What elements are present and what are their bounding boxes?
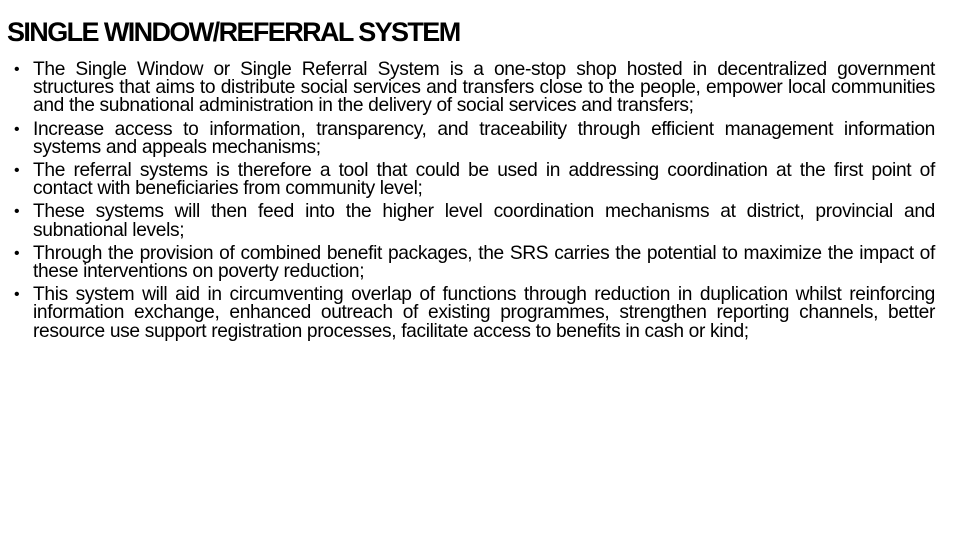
bullet-item-higher-level-coordination: • These systems will then feed into the … <box>14 201 935 241</box>
bullet-icon: • <box>14 203 20 221</box>
slide-title: SINGLE WINDOW/REFERRAL SYSTEM <box>7 17 461 47</box>
bullet-text: Increase access to information, transpar… <box>33 118 935 158</box>
bullet-item-single-window-definition: • The Single Window or Single Referral S… <box>14 59 935 117</box>
bullet-icon: • <box>14 162 20 180</box>
bullet-text: The referral systems is therefore a tool… <box>33 160 935 200</box>
bullet-icon: • <box>14 61 20 78</box>
bullet-text: Through the provision of combined benefi… <box>33 242 935 283</box>
bullet-list: • The Single Window or Single Referral S… <box>14 59 935 346</box>
bullet-text: This system will aid in circumventing ov… <box>33 284 935 342</box>
bullet-item-combined-benefits: • Through the provision of combined bene… <box>14 242 935 283</box>
bullet-item-circumventing-overlap: • This system will aid in circumventing … <box>14 284 935 342</box>
bullet-text: The Single Window or Single Referral Sys… <box>33 59 935 117</box>
bullet-item-referral-tool: • The referral systems is therefore a to… <box>14 160 935 200</box>
bullet-item-increase-access: • Increase access to information, transp… <box>14 118 935 158</box>
bullet-icon: • <box>14 120 20 138</box>
bullet-icon: • <box>14 286 20 304</box>
bullet-text: These systems will then feed into the hi… <box>33 201 935 241</box>
bullet-icon: • <box>14 244 20 262</box>
